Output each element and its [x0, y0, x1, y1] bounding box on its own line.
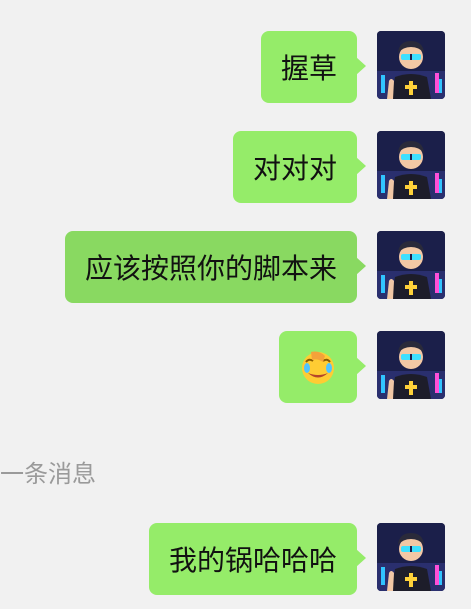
message-row: 对对对: [232, 131, 445, 203]
avatar[interactable]: [377, 331, 445, 399]
avatar[interactable]: [377, 523, 445, 591]
message-text: 我的锅哈哈哈: [168, 544, 337, 577]
avatar-icon: [377, 131, 445, 199]
message-bubble[interactable]: [279, 331, 366, 403]
message-text: 应该按照你的脚本来: [84, 252, 337, 285]
message-text: 握草: [280, 52, 337, 85]
facepalm-laughing-emoji-icon: [302, 351, 334, 384]
avatar[interactable]: [377, 231, 445, 299]
new-message-divider: 一条消息: [0, 460, 96, 488]
message-bubble[interactable]: 对对对: [232, 131, 367, 203]
avatar[interactable]: [377, 31, 445, 99]
message-bubble[interactable]: 我的锅哈哈哈: [148, 523, 367, 595]
message-row: 应该按照你的脚本来: [64, 231, 445, 303]
avatar-icon: [377, 31, 445, 99]
avatar-icon: [377, 331, 445, 399]
message-row: 我的锅哈哈哈: [148, 523, 445, 595]
avatar[interactable]: [377, 131, 445, 199]
avatar-icon: [377, 231, 445, 299]
message-bubble[interactable]: 握草: [260, 31, 367, 103]
avatar-icon: [377, 523, 445, 591]
message-bubble[interactable]: 应该按照你的脚本来: [64, 231, 367, 303]
message-row: [279, 331, 445, 403]
message-text: 对对对: [252, 152, 337, 185]
chat-window: 握草 对对对 应该按照你的脚本来 一条消息 我的锅哈哈哈: [0, 0, 471, 609]
message-row: 握草: [260, 31, 445, 103]
